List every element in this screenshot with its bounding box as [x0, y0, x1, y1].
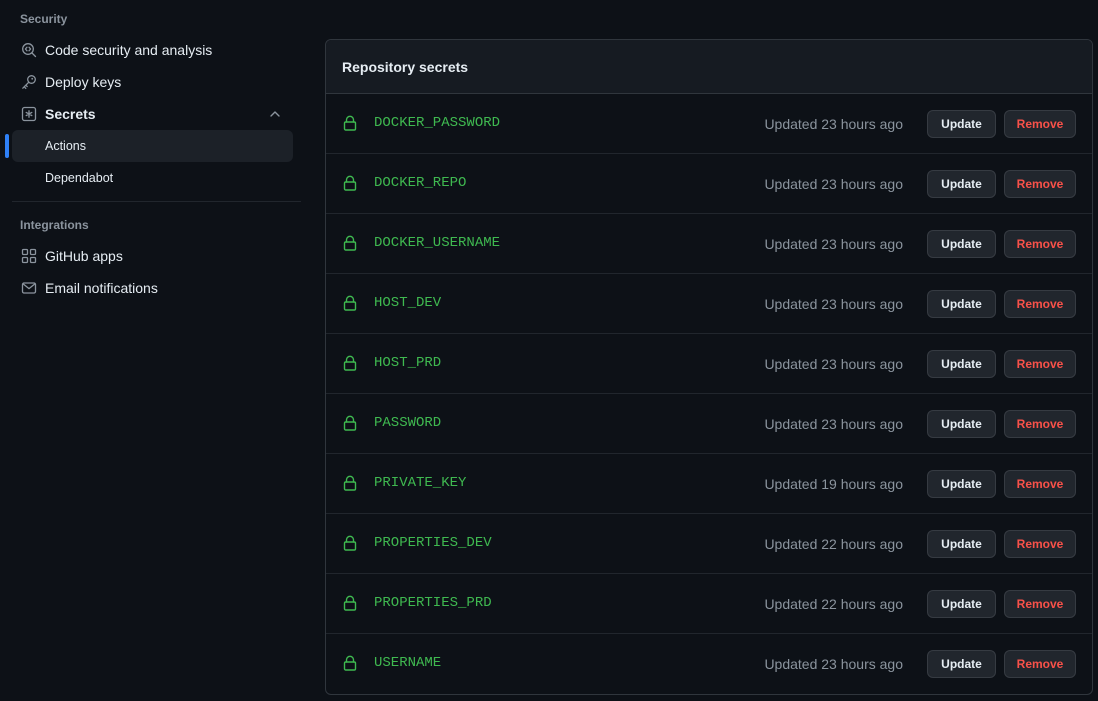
- sidebar-item-code-security[interactable]: Code security and analysis: [12, 34, 293, 66]
- secret-updated: Updated 23 hours ago: [764, 176, 903, 192]
- lock-icon: [343, 355, 357, 371]
- remove-button[interactable]: Remove: [1004, 350, 1076, 378]
- secret-updated: Updated 23 hours ago: [764, 236, 903, 252]
- remove-button[interactable]: Remove: [1004, 650, 1076, 678]
- secret-name: PROPERTIES_DEV: [374, 535, 492, 551]
- remove-button[interactable]: Remove: [1004, 410, 1076, 438]
- chevron-up-icon[interactable]: [267, 106, 283, 122]
- sidebar-subitem-dependabot[interactable]: Dependabot: [12, 162, 293, 194]
- update-button[interactable]: Update: [927, 290, 996, 318]
- sidebar-item-deploy-keys[interactable]: Deploy keys: [12, 66, 293, 98]
- secret-name: DOCKER_PASSWORD: [374, 115, 501, 131]
- sidebar-item-label: Code security and analysis: [45, 42, 213, 58]
- secret-row: DOCKER_USERNAME Updated 23 hours ago Upd…: [326, 214, 1092, 274]
- secret-row: PRIVATE_KEY Updated 19 hours ago Update …: [326, 454, 1092, 514]
- sidebar-item-secrets[interactable]: Secrets: [12, 98, 293, 130]
- codescan-icon: [21, 42, 37, 58]
- secret-updated: Updated 23 hours ago: [764, 356, 903, 372]
- sidebar-subitem-label: Actions: [45, 139, 86, 153]
- secret-name: HOST_DEV: [374, 295, 442, 311]
- secret-row: HOST_PRD Updated 23 hours ago Update Rem…: [326, 334, 1092, 394]
- key-icon: [21, 74, 37, 90]
- asterisk-icon: [21, 106, 37, 122]
- sidebar-item-label: Email notifications: [45, 280, 158, 296]
- update-button[interactable]: Update: [927, 110, 996, 138]
- secret-name: PROPERTIES_PRD: [374, 595, 492, 611]
- settings-page: Security Code security and analysis Depl…: [0, 0, 1098, 701]
- lock-icon: [343, 295, 357, 311]
- update-button[interactable]: Update: [927, 230, 996, 258]
- remove-button[interactable]: Remove: [1004, 290, 1076, 318]
- lock-icon: [343, 475, 357, 491]
- secret-updated: Updated 19 hours ago: [764, 476, 903, 492]
- secret-updated: Updated 22 hours ago: [764, 536, 903, 552]
- secret-name: PASSWORD: [374, 415, 442, 431]
- remove-button[interactable]: Remove: [1004, 530, 1076, 558]
- secret-list: DOCKER_PASSWORD Updated 23 hours ago Upd…: [326, 94, 1092, 694]
- secret-row: HOST_DEV Updated 23 hours ago Update Rem…: [326, 274, 1092, 334]
- integrations-heading: Integrations: [20, 218, 89, 232]
- secret-updated: Updated 23 hours ago: [764, 416, 903, 432]
- security-heading: Security: [20, 12, 68, 26]
- remove-button[interactable]: Remove: [1004, 590, 1076, 618]
- lock-icon: [343, 415, 357, 431]
- lock-icon: [343, 535, 357, 551]
- secret-name: PRIVATE_KEY: [374, 475, 467, 491]
- sidebar-item-label: GitHub apps: [45, 248, 123, 264]
- secret-row: PASSWORD Updated 23 hours ago Update Rem…: [326, 394, 1092, 454]
- lock-icon: [343, 235, 357, 251]
- update-button[interactable]: Update: [927, 590, 996, 618]
- secret-row: DOCKER_REPO Updated 23 hours ago Update …: [326, 154, 1092, 214]
- update-button[interactable]: Update: [927, 650, 996, 678]
- secret-name: USERNAME: [374, 655, 442, 671]
- lock-icon: [343, 595, 357, 611]
- sidebar-item-email-notifications[interactable]: Email notifications: [12, 272, 293, 304]
- update-button[interactable]: Update: [927, 530, 996, 558]
- remove-button[interactable]: Remove: [1004, 470, 1076, 498]
- apps-icon: [21, 248, 37, 264]
- repository-secrets-panel: Repository secrets DOCKER_PASSWORD Updat…: [325, 39, 1093, 695]
- sidebar-item-label: Deploy keys: [45, 74, 122, 90]
- update-button[interactable]: Update: [927, 350, 996, 378]
- update-button[interactable]: Update: [927, 470, 996, 498]
- secret-row: PROPERTIES_DEV Updated 22 hours ago Upda…: [326, 514, 1092, 574]
- sidebar-item-label: Secrets: [45, 106, 96, 122]
- sidebar-subitem-actions[interactable]: Actions: [12, 130, 293, 162]
- lock-icon: [343, 175, 357, 191]
- secret-updated: Updated 23 hours ago: [764, 656, 903, 672]
- remove-button[interactable]: Remove: [1004, 230, 1076, 258]
- lock-icon: [343, 115, 357, 131]
- active-indicator: [5, 134, 9, 158]
- remove-button[interactable]: Remove: [1004, 110, 1076, 138]
- secret-row: DOCKER_PASSWORD Updated 23 hours ago Upd…: [326, 94, 1092, 154]
- update-button[interactable]: Update: [927, 170, 996, 198]
- secret-row: USERNAME Updated 23 hours ago Update Rem…: [326, 634, 1092, 694]
- secret-name: DOCKER_REPO: [374, 175, 467, 191]
- secret-updated: Updated 23 hours ago: [764, 296, 903, 312]
- lock-icon: [343, 655, 357, 671]
- sidebar-subitem-label: Dependabot: [45, 171, 114, 185]
- secret-updated: Updated 23 hours ago: [764, 116, 903, 132]
- sidebar-item-github-apps[interactable]: GitHub apps: [12, 240, 293, 272]
- remove-button[interactable]: Remove: [1004, 170, 1076, 198]
- secret-name: HOST_PRD: [374, 355, 442, 371]
- secret-name: DOCKER_USERNAME: [374, 235, 501, 251]
- update-button[interactable]: Update: [927, 410, 996, 438]
- panel-title: Repository secrets: [326, 40, 1092, 94]
- secret-updated: Updated 22 hours ago: [764, 596, 903, 612]
- secret-row: PROPERTIES_PRD Updated 22 hours ago Upda…: [326, 574, 1092, 634]
- sidebar-divider: [12, 201, 301, 202]
- mail-icon: [21, 280, 37, 296]
